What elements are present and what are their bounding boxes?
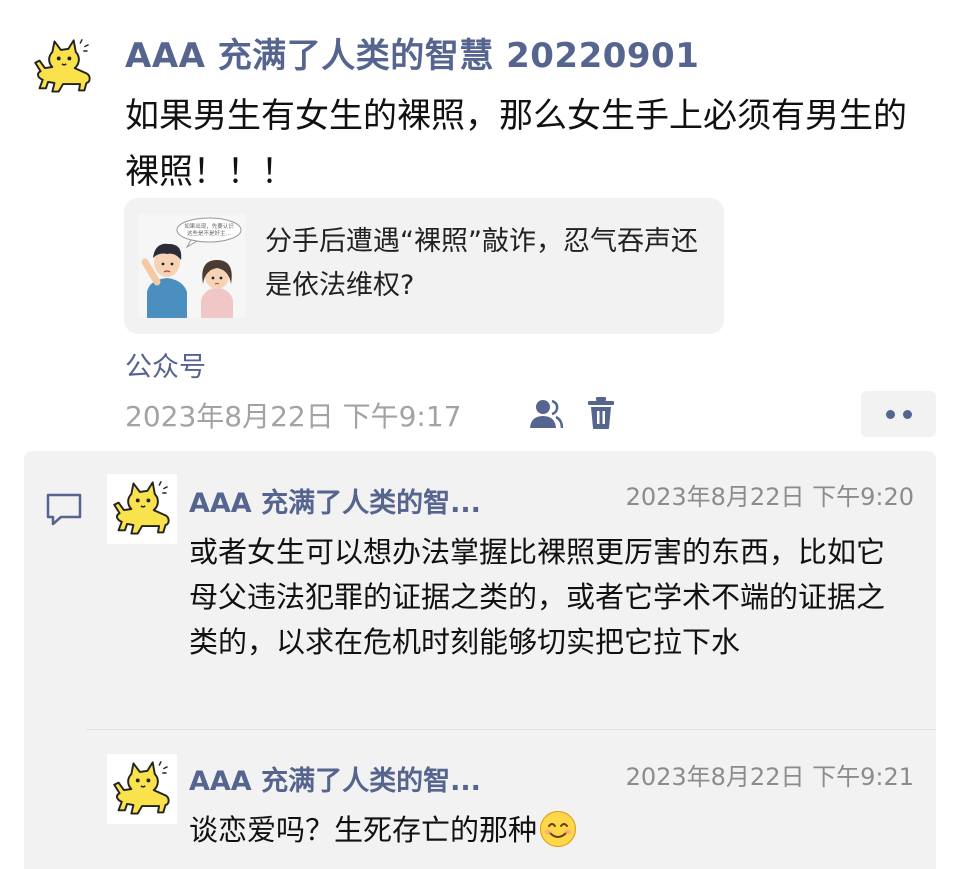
svg-text:如果出现，先要认识: 如果出现，先要认识 — [184, 222, 234, 230]
cat-avatar-icon — [110, 477, 174, 541]
comment-avatar[interactable] — [107, 474, 177, 544]
comment-time: 2023年8月22日 下午9:21 — [625, 763, 914, 791]
article-thumbnail: 如果出现，先要认识 这些是不是好主… — [139, 214, 245, 318]
comment-divider — [86, 729, 936, 730]
trash-icon[interactable] — [587, 396, 615, 430]
article-title: 分手后遭遇“裸照”敲诈，忍气吞声还是依法维权? — [265, 226, 698, 301]
comment-author-name[interactable]: AAA 充满了人类的智... — [189, 481, 481, 520]
comment-text: 谈恋爱吗？生死存亡的那种 — [189, 808, 909, 853]
smiling-face-icon — [539, 810, 577, 848]
post-timestamp: 2023年8月22日 下午9:17 — [125, 400, 462, 433]
more-dots-icon — [885, 409, 895, 419]
comment-avatar[interactable] — [107, 754, 177, 824]
comment-icon — [45, 492, 83, 526]
svg-text:这些是不是好主…: 这些是不是好主… — [187, 229, 231, 237]
comment-time: 2023年8月22日 下午9:20 — [625, 483, 914, 511]
people-icon[interactable] — [529, 398, 564, 430]
cat-avatar-icon — [31, 35, 95, 99]
cartoon-couple-image: 如果出现，先要认识 这些是不是好主… — [139, 214, 245, 318]
comment-text-content: 谈恋爱吗？生死存亡的那种 — [189, 813, 538, 847]
comment-text: 或者女生可以想办法掌握比裸照更厉害的东西，比如它母父违法犯罪的证据之类的，或者它… — [189, 535, 886, 659]
source-label[interactable]: 公众号 — [125, 345, 206, 384]
post-text: 如果男生有女生的裸照，那么女生手上必须有男生的裸照！！！ — [125, 96, 907, 192]
comments-panel: AAA 充满了人类的智... 2023年8月22日 下午9:20 或者女生可以想… — [24, 451, 936, 869]
cat-avatar-icon — [110, 757, 174, 821]
shared-article-card[interactable]: 如果出现，先要认识 这些是不是好主… 分手后遭遇“裸照”敲诈，忍气吞声还是依法维… — [124, 198, 724, 334]
post-avatar[interactable] — [28, 32, 98, 102]
comment-author-name[interactable]: AAA 充满了人类的智... — [189, 759, 481, 798]
post-author-name[interactable]: AAA 充满了人类的智慧 20220901 — [125, 28, 699, 77]
more-options-button[interactable] — [861, 391, 936, 437]
